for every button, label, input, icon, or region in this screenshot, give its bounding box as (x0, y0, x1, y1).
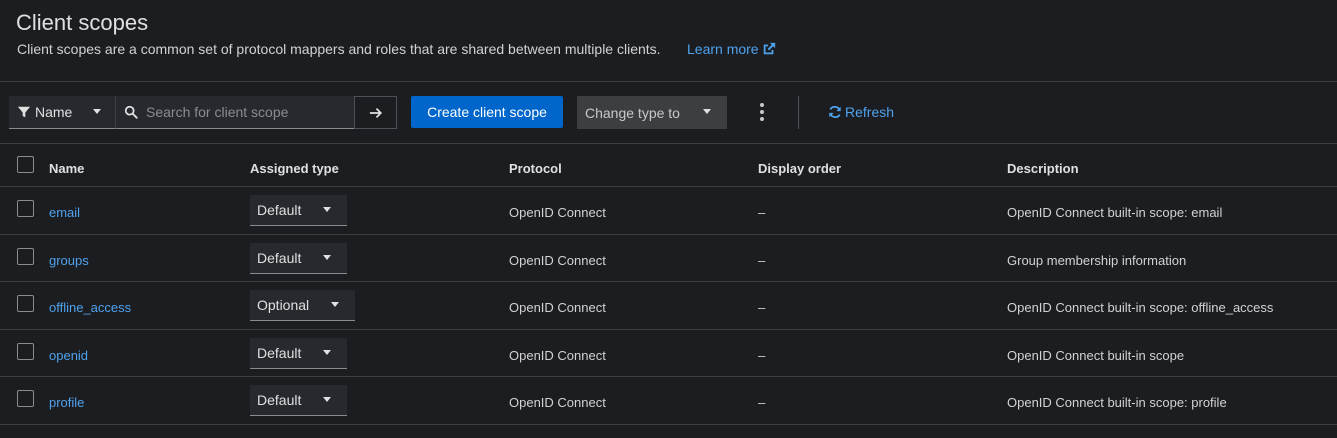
column-header-display-order[interactable]: Display order (758, 161, 841, 176)
protocol-cell: OpenID Connect (509, 205, 606, 220)
toolbar: Name Create client scope Change type to … (0, 82, 1337, 144)
chevron-down-icon (323, 397, 331, 402)
table-row: profile Default OpenID Connect – OpenID … (0, 377, 1337, 425)
description-cell: OpenID Connect built-in scope: offline_a… (1007, 300, 1274, 315)
search-input[interactable] (146, 104, 346, 120)
table-row: groups Default OpenID Connect – Group me… (0, 235, 1337, 282)
page-description: Client scopes are a common set of protoc… (17, 41, 661, 57)
row-checkbox[interactable] (17, 390, 34, 407)
filter-type-select[interactable]: Name (9, 96, 115, 129)
search-submit-button[interactable] (354, 96, 397, 129)
refresh-button[interactable]: Refresh (828, 104, 894, 120)
kebab-menu-icon[interactable] (752, 100, 772, 124)
row-checkbox[interactable] (17, 342, 34, 360)
display-order-cell: – (758, 395, 766, 410)
assigned-type-value: Optional (257, 297, 310, 313)
assigned-type-select[interactable]: Default (250, 337, 347, 369)
protocol-cell: OpenID Connect (509, 300, 606, 315)
chevron-down-icon (331, 302, 339, 307)
display-order-cell: – (758, 252, 766, 268)
row-checkbox[interactable] (17, 295, 34, 312)
scope-name-link[interactable]: groups (49, 253, 89, 268)
chevron-down-icon (323, 254, 331, 260)
protocol-cell: OpenID Connect (509, 252, 606, 268)
scope-name-link[interactable]: profile (49, 395, 84, 410)
scope-name-link[interactable]: offline_access (49, 300, 131, 315)
table-row: openid Default OpenID Connect – OpenID C… (0, 330, 1337, 377)
assigned-type-value: Default (257, 202, 302, 218)
assigned-type-select[interactable]: Default (250, 195, 347, 226)
learn-more-link[interactable]: Learn more (687, 41, 776, 57)
column-header-name[interactable]: Name (49, 161, 84, 176)
description-cell: OpenID Connect built-in scope: email (1007, 205, 1223, 220)
arrow-right-icon (369, 107, 382, 118)
search-icon (124, 105, 138, 119)
row-checkbox[interactable] (17, 247, 34, 265)
description-cell: Group membership information (1007, 252, 1187, 268)
filter-type-label: Name (35, 104, 73, 120)
assigned-type-value: Default (257, 249, 302, 266)
display-order-cell: – (758, 205, 766, 220)
chevron-down-icon (93, 109, 101, 114)
page-header: Client scopes Client scopes are a common… (0, 0, 1337, 82)
column-header-assigned-type[interactable]: Assigned type (250, 161, 339, 176)
protocol-cell: OpenID Connect (509, 395, 606, 410)
refresh-label: Refresh (845, 104, 895, 120)
chevron-down-icon (323, 349, 331, 355)
assigned-type-select[interactable]: Default (250, 385, 347, 416)
column-header-protocol[interactable]: Protocol (509, 161, 562, 176)
chevron-down-icon (703, 109, 711, 114)
assigned-type-value: Default (257, 344, 302, 361)
row-checkbox[interactable] (17, 200, 34, 217)
toolbar-divider (798, 96, 799, 129)
chevron-down-icon (323, 207, 331, 212)
table-row: email Default OpenID Connect – OpenID Co… (0, 187, 1337, 235)
select-all-checkbox[interactable] (17, 156, 34, 173)
filter-icon (17, 106, 31, 118)
learn-more-label: Learn more (687, 41, 759, 57)
create-client-scope-button[interactable]: Create client scope (411, 96, 563, 128)
refresh-icon (829, 105, 841, 119)
assigned-type-select[interactable]: Default (250, 242, 347, 274)
scope-name-link[interactable]: email (49, 205, 80, 220)
client-scopes-table: Name Assigned type Protocol Display orde… (0, 143, 1337, 425)
page-title: Client scopes (16, 10, 149, 35)
description-cell: OpenID Connect built-in scope: profile (1007, 395, 1227, 410)
change-type-dropdown[interactable]: Change type to (577, 96, 727, 129)
search-field[interactable] (115, 96, 354, 129)
assigned-type-select[interactable]: Optional (250, 290, 355, 321)
table-header: Name Assigned type Protocol Display orde… (0, 144, 1337, 187)
description-cell: OpenID Connect built-in scope (1007, 347, 1185, 363)
column-header-description: Description (1007, 161, 1079, 176)
display-order-cell: – (758, 300, 766, 315)
external-link-icon (763, 42, 775, 55)
change-type-label: Change type to (585, 104, 680, 121)
scope-name-link[interactable]: openid (49, 348, 88, 363)
table-row: offline_access Optional OpenID Connect –… (0, 282, 1337, 330)
protocol-cell: OpenID Connect (509, 347, 606, 363)
display-order-cell: – (758, 347, 766, 363)
assigned-type-value: Default (257, 392, 302, 408)
